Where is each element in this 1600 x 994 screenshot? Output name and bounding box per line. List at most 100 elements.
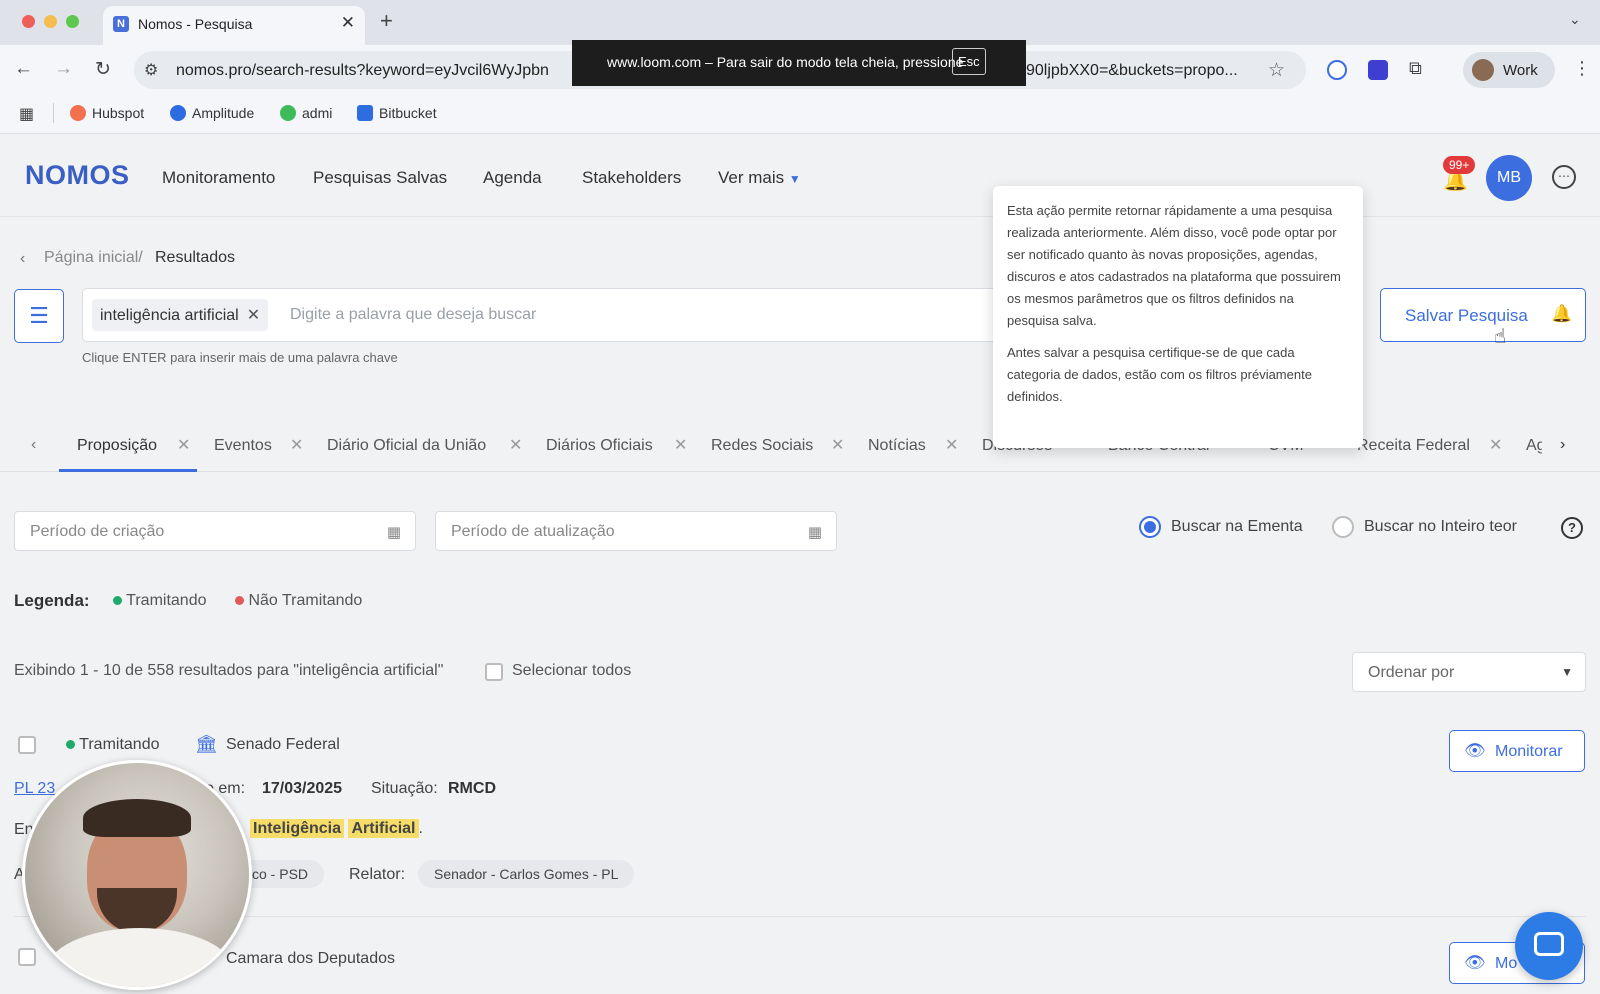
bookmark-admi[interactable]: admi xyxy=(280,105,332,121)
tabs-prev-chevron-icon[interactable]: ‹ xyxy=(31,436,36,454)
result-ementa-highlight: Inteligência Artificial. xyxy=(250,819,423,838)
monitor-button[interactable]: 👁 Monitorar xyxy=(1449,730,1585,772)
forward-arrow-icon[interactable]: → xyxy=(54,58,73,80)
chat-widget-button[interactable] xyxy=(1515,912,1583,980)
tab-close-icon[interactable]: ✕ xyxy=(1489,435,1502,455)
maximize-window-button[interactable] xyxy=(66,15,79,28)
tab-eventos[interactable]: Eventos xyxy=(214,437,272,455)
chevron-left-icon[interactable]: ‹ xyxy=(20,250,25,268)
select-all-checkbox[interactable] xyxy=(485,663,503,681)
minimize-window-button[interactable] xyxy=(44,15,57,28)
select-all-label[interactable]: Selecionar todos xyxy=(512,662,631,680)
hubspot-icon xyxy=(70,105,86,121)
nav-agenda[interactable]: Agenda xyxy=(483,168,542,188)
extensions-puzzle-icon[interactable]: ⧉ xyxy=(1409,58,1422,79)
radio-buscar-inteiro-teor-label[interactable]: Buscar no Inteiro teor xyxy=(1364,518,1517,536)
bookmarks-divider xyxy=(53,103,54,123)
tab-diarios-oficiais[interactable]: Diários Oficiais xyxy=(546,437,653,455)
tab-search-chevron-icon[interactable]: ⌄ xyxy=(1569,11,1581,28)
tab-proposicao[interactable]: Proposição xyxy=(77,437,157,455)
tab-close-icon[interactable]: ✕ xyxy=(674,435,687,455)
new-tab-icon[interactable]: + xyxy=(380,8,393,34)
profile-avatar xyxy=(1472,59,1494,81)
chat-bubble-icon xyxy=(1534,932,1564,956)
close-tab-icon[interactable]: ✕ xyxy=(341,13,355,33)
browser-tab-active[interactable]: N Nomos - Pesquisa ✕ xyxy=(103,6,365,45)
back-arrow-icon[interactable]: ← xyxy=(14,58,33,80)
url-text-right: 90ljpbXX0=&buckets=propo... xyxy=(1026,62,1238,79)
monitor-label: Mo xyxy=(1495,955,1518,972)
result-situation-label: Situação: xyxy=(371,780,438,797)
remove-chip-icon[interactable]: ✕ xyxy=(247,307,260,324)
result-date: 17/03/2025 xyxy=(262,780,343,797)
admi-icon xyxy=(280,105,296,121)
nav-monitoramento[interactable]: Monitoramento xyxy=(162,168,275,188)
result-checkbox[interactable] xyxy=(18,948,36,966)
radio-buscar-inteiro-teor[interactable] xyxy=(1332,516,1354,538)
reload-icon[interactable]: ↻ xyxy=(95,58,111,81)
tabs-next-chevron-icon[interactable]: › xyxy=(1560,436,1565,454)
profile-button[interactable]: Work xyxy=(1463,52,1555,88)
calendar-icon: ▦ xyxy=(386,524,401,541)
eye-icon: 👁 xyxy=(1464,953,1486,972)
tab-diario-oficial-uniao[interactable]: Diário Oficial da União xyxy=(327,437,486,455)
tab-close-icon[interactable]: ✕ xyxy=(177,435,190,455)
bookmark-bitbucket[interactable]: Bitbucket xyxy=(357,105,437,121)
result-house: Camara dos Deputados xyxy=(226,950,395,967)
help-question-icon[interactable]: ? xyxy=(1561,517,1583,539)
tab-close-icon[interactable]: ✕ xyxy=(831,435,844,455)
browser-menu-icon[interactable]: ⋮ xyxy=(1573,58,1591,79)
keyword-chip: inteligência artificial ✕ xyxy=(92,299,269,331)
extension-icon[interactable] xyxy=(1368,60,1388,80)
tab-noticias[interactable]: Notícias xyxy=(868,437,926,455)
red-dot-icon xyxy=(235,596,244,605)
update-period-placeholder: Período de atualização xyxy=(451,523,615,540)
save-search-button[interactable]: Salvar Pesquisa 🔔 xyxy=(1380,288,1586,342)
result-checkbox[interactable] xyxy=(18,736,36,754)
presenter-shirt xyxy=(45,928,235,987)
user-avatar[interactable]: MB xyxy=(1486,155,1532,201)
notification-badge: 99+ xyxy=(1443,156,1476,174)
radio-buscar-ementa[interactable] xyxy=(1139,516,1161,538)
tab-close-icon[interactable]: ✕ xyxy=(945,435,958,455)
nav-pesquisas-salvas[interactable]: Pesquisas Salvas xyxy=(313,168,447,188)
nomos-logo[interactable]: NOMOS xyxy=(25,160,130,191)
bookmark-amplitude[interactable]: Amplitude xyxy=(170,105,254,121)
nav-stakeholders[interactable]: Stakeholders xyxy=(582,168,681,188)
update-period-field[interactable]: Período de atualização ▦ xyxy=(435,511,837,551)
presenter-beard xyxy=(97,888,177,933)
search-input[interactable] xyxy=(282,301,982,329)
nav-ver-mais[interactable]: Ver mais ▼ xyxy=(718,168,801,188)
calendar-icon: ▦ xyxy=(807,524,822,541)
tab-receita-federal[interactable]: Receita Federal xyxy=(1357,437,1470,455)
result-divider xyxy=(14,916,1586,917)
apps-menu-icon[interactable]: ⋯ xyxy=(1552,165,1576,189)
apps-grid-icon[interactable]: ▦ xyxy=(19,104,34,124)
order-by-select[interactable]: Ordenar por ▼ xyxy=(1352,652,1586,692)
tab-close-icon[interactable]: ✕ xyxy=(509,435,522,455)
tab-redes-sociais[interactable]: Redes Sociais xyxy=(711,437,813,455)
result-code-link[interactable]: PL 23 xyxy=(14,780,55,798)
site-settings-icon[interactable]: ⚙ xyxy=(144,60,158,80)
filters-toggle-button[interactable]: ☰ xyxy=(14,289,64,343)
breadcrumb-home[interactable]: Página inicial/ xyxy=(44,249,143,267)
presenter-hair xyxy=(83,799,191,837)
radio-buscar-ementa-label[interactable]: Buscar na Ementa xyxy=(1171,518,1303,536)
password-manager-extension-icon[interactable] xyxy=(1327,60,1347,80)
active-tab-indicator xyxy=(59,469,197,472)
bookmark-hubspot[interactable]: Hubspot xyxy=(70,105,144,121)
green-dot-icon xyxy=(113,596,122,605)
keyword-chip-label: inteligência artificial xyxy=(100,307,239,324)
close-window-button[interactable] xyxy=(22,15,35,28)
tab-close-icon[interactable]: ✕ xyxy=(290,435,303,455)
eye-icon: 👁 xyxy=(1464,741,1486,760)
esc-key: Esc xyxy=(952,48,986,75)
creation-period-field[interactable]: Período de criação ▦ xyxy=(14,511,416,551)
legend-nao-tramitando: Não Tramitando xyxy=(235,592,362,610)
institution-icon: 🏛 xyxy=(195,734,218,754)
result-situation: RMCD xyxy=(448,780,496,797)
creation-period-placeholder: Período de criação xyxy=(30,523,165,540)
webcam-bubble xyxy=(22,760,252,990)
bookmark-star-icon[interactable]: ☆ xyxy=(1268,59,1285,82)
tab-partial[interactable]: Ag xyxy=(1526,437,1542,455)
